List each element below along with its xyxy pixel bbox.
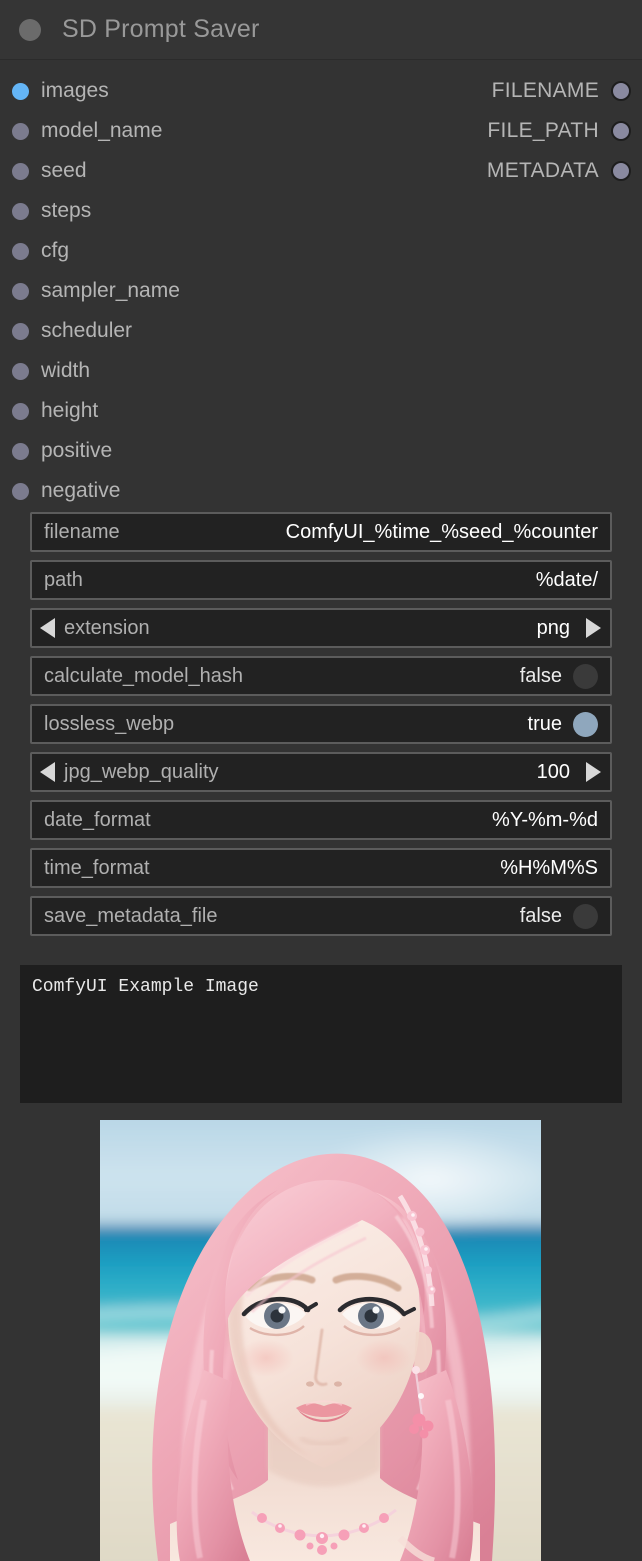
toggle-icon[interactable] xyxy=(573,663,598,689)
output-slot-label: FILENAME xyxy=(491,79,599,102)
input-slot-label: width xyxy=(41,359,91,382)
widget-lossless-webp[interactable]: lossless_webp true xyxy=(30,704,612,744)
slot-dot-icon[interactable] xyxy=(12,482,29,500)
widget-value[interactable]: 100 xyxy=(537,761,570,784)
chevron-left-icon[interactable] xyxy=(40,762,55,782)
input-slot-cfg[interactable]: cfg xyxy=(0,239,69,263)
toggle-icon[interactable] xyxy=(573,711,598,737)
slot-dot-icon[interactable] xyxy=(12,82,29,100)
widget-label: jpg_webp_quality xyxy=(64,760,219,783)
input-slot-label: steps xyxy=(41,199,92,222)
widget-value[interactable]: %date/ xyxy=(536,569,598,592)
prompt-textarea-value[interactable]: ComfyUI Example Image xyxy=(32,975,610,999)
image-preview[interactable] xyxy=(100,1120,541,1561)
chevron-right-icon[interactable] xyxy=(586,618,601,638)
input-slot-width[interactable]: width xyxy=(0,359,90,383)
input-slot-label: seed xyxy=(41,159,87,182)
output-slot-label: METADATA xyxy=(486,159,599,182)
slot-dot-icon[interactable] xyxy=(12,442,29,460)
widget-value: false xyxy=(519,904,562,927)
slot-dot-icon[interactable] xyxy=(12,402,29,420)
widget-label: save_metadata_file xyxy=(44,904,218,927)
node-slots: images FILENAME model_name FILE_PATH see… xyxy=(0,61,642,511)
input-slot-label: positive xyxy=(41,439,113,462)
input-slot-seed[interactable]: seed xyxy=(0,159,87,183)
input-slot-steps[interactable]: steps xyxy=(0,199,91,223)
input-slot-sampler-name[interactable]: sampler_name xyxy=(0,279,180,303)
widget-value[interactable]: %H%M%S xyxy=(500,857,598,880)
node-widgets: filename ComfyUI_%time_%seed_%counter pa… xyxy=(30,512,612,944)
widget-date-format[interactable]: date_format %Y-%m-%d xyxy=(30,800,612,840)
toggle-icon[interactable] xyxy=(573,903,598,929)
input-slot-model-name[interactable]: model_name xyxy=(0,119,162,143)
input-slot-label: images xyxy=(41,79,109,102)
widget-value: true xyxy=(527,712,562,735)
widget-filename[interactable]: filename ComfyUI_%time_%seed_%counter xyxy=(30,512,612,552)
node-title: SD Prompt Saver xyxy=(62,15,260,43)
slot-dot-icon[interactable] xyxy=(12,322,29,340)
widget-value: false xyxy=(519,664,562,687)
slot-dot-icon[interactable] xyxy=(611,121,631,141)
widget-path[interactable]: path %date/ xyxy=(30,560,612,600)
input-slot-label: negative xyxy=(41,479,121,502)
output-slot-metadata[interactable]: METADATA xyxy=(487,159,642,183)
widget-label: calculate_model_hash xyxy=(44,664,244,687)
input-slot-label: scheduler xyxy=(41,319,133,342)
chevron-right-icon[interactable] xyxy=(586,762,601,782)
node-title-bar[interactable]: SD Prompt Saver xyxy=(0,0,642,60)
slot-dot-icon[interactable] xyxy=(611,81,631,101)
widget-label: path xyxy=(44,568,83,591)
input-slot-height[interactable]: height xyxy=(0,399,98,423)
widget-save-metadata-file[interactable]: save_metadata_file false xyxy=(30,896,612,936)
input-slot-label: cfg xyxy=(41,239,70,262)
slot-dot-icon[interactable] xyxy=(12,202,29,220)
slot-dot-icon[interactable] xyxy=(12,162,29,180)
widget-extension[interactable]: extension png xyxy=(30,608,612,648)
slot-dot-icon[interactable] xyxy=(12,362,29,380)
prompt-textarea[interactable]: ComfyUI Example Image xyxy=(20,965,622,1103)
slot-dot-icon[interactable] xyxy=(611,161,631,181)
widget-label: date_format xyxy=(44,808,151,831)
widget-value[interactable]: ComfyUI_%time_%seed_%counter xyxy=(286,521,598,544)
slot-dot-icon[interactable] xyxy=(12,282,29,300)
input-slot-scheduler[interactable]: scheduler xyxy=(0,319,132,343)
widget-label: lossless_webp xyxy=(44,712,175,735)
input-slot-label: model_name xyxy=(41,119,163,142)
input-slot-negative[interactable]: negative xyxy=(0,479,120,503)
output-slot-filename[interactable]: FILENAME xyxy=(492,79,642,103)
output-slot-file-path[interactable]: FILE_PATH xyxy=(487,119,642,143)
chevron-left-icon[interactable] xyxy=(40,618,55,638)
comfyui-node[interactable]: SD Prompt Saver images FILENAME model_na… xyxy=(0,0,642,1561)
output-slot-label: FILE_PATH xyxy=(487,119,599,142)
input-slot-images[interactable]: images xyxy=(0,79,109,103)
widget-value[interactable]: png xyxy=(537,617,570,640)
widget-calculate-model-hash[interactable]: calculate_model_hash false xyxy=(30,656,612,696)
input-slot-label: height xyxy=(41,399,99,422)
input-slot-positive[interactable]: positive xyxy=(0,439,112,463)
widget-label: extension xyxy=(64,616,150,639)
circle-collapse-icon[interactable] xyxy=(19,18,41,41)
slot-dot-icon[interactable] xyxy=(12,122,29,140)
preview-image xyxy=(100,1120,541,1561)
widget-time-format[interactable]: time_format %H%M%S xyxy=(30,848,612,888)
widget-jpg-webp-quality[interactable]: jpg_webp_quality 100 xyxy=(30,752,612,792)
widget-label: filename xyxy=(44,520,120,543)
widget-value[interactable]: %Y-%m-%d xyxy=(492,809,598,832)
slot-dot-icon[interactable] xyxy=(12,242,29,260)
widget-label: time_format xyxy=(44,856,150,879)
input-slot-label: sampler_name xyxy=(41,279,180,302)
